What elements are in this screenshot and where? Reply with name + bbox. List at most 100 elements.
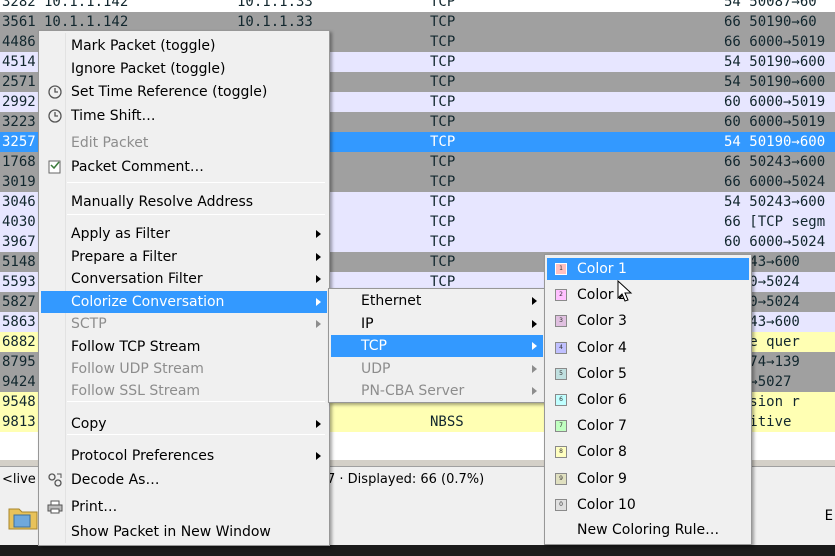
prepare-a-filter-menu-item[interactable]: Prepare a Filter	[41, 246, 327, 268]
submenu-arrow-icon	[532, 387, 537, 395]
apply-as-filter-menu-item[interactable]: Apply as Filter	[41, 223, 327, 245]
packet-protocol-cell: TCP	[430, 14, 456, 30]
ignore-packet-menu-item[interactable]: Ignore Packet (toggle)	[41, 58, 327, 80]
color-swatch-icon: 6	[555, 394, 567, 406]
comment-icon	[47, 159, 63, 175]
color-2-menu-item[interactable]: 2 Color 2	[547, 284, 749, 306]
color-swatch-icon: 2	[555, 289, 567, 302]
status-displayed-count: 7 · Displayed: 66 (0.7%)	[327, 472, 485, 487]
color-3-menu-item[interactable]: 3 Color 3	[547, 310, 749, 332]
submenu-arrow-icon	[316, 320, 321, 328]
new-coloring-rule-menu-item[interactable]: New Coloring Rule…	[547, 519, 749, 541]
prepare-a-filter-label: Prepare a Filter	[71, 249, 177, 265]
packet-context-menu: Mark Packet (toggle) Ignore Packet (toggl…	[38, 30, 330, 546]
folder-icon[interactable]	[8, 504, 38, 530]
tcp-label: TCP	[361, 338, 387, 354]
packet-number-cell: 5593	[2, 274, 36, 290]
packet-number-cell: 5148	[2, 254, 36, 270]
colorize-conversation-label: Colorize Conversation	[71, 294, 225, 310]
packet-protocol-cell: TCP	[430, 34, 456, 50]
mouse-cursor-icon	[617, 280, 633, 302]
conversation-filter-menu-item[interactable]: Conversation Filter	[41, 268, 327, 290]
packet-protocol-cell: TCP	[430, 0, 456, 10]
ethernet-menu-item[interactable]: Ethernet	[331, 290, 543, 312]
color-8-menu-item[interactable]: 8 Color 8	[547, 441, 749, 463]
color-1-menu-item[interactable]: 1 Color 1	[547, 258, 749, 280]
pn-cba-server-menu-item: PN-CBA Server	[331, 380, 543, 402]
packet-number-cell: 3257	[2, 134, 36, 150]
packet-number-cell: 3019	[2, 174, 36, 190]
tcp-menu-item[interactable]: TCP	[331, 335, 543, 357]
colorize-conversation-menu-item[interactable]: Colorize Conversation	[41, 291, 327, 313]
color-swatch-icon: 5	[555, 367, 567, 380]
colorize-conversation-submenu: Ethernet IP TCP UDP PN-CBA Server	[328, 288, 546, 403]
mark-packet-menu-item[interactable]: Mark Packet (toggle)	[41, 35, 327, 57]
packet-protocol-cell: TCP	[430, 94, 456, 110]
packet-number-cell: 3282	[2, 0, 36, 10]
packet-number-cell: 4514	[2, 54, 36, 70]
conversation-filter-label: Conversation Filter	[71, 271, 203, 287]
packet-info-cell: 54 50243→600	[724, 194, 826, 210]
color-5-menu-item[interactable]: 5 Color 5	[547, 363, 749, 385]
color-6-menu-item[interactable]: 6 Color 6	[547, 389, 749, 411]
packet-number-cell: 9424	[2, 374, 36, 390]
copy-menu-item[interactable]: Copy	[41, 413, 327, 435]
packet-info-cell: 66 [TCP segm	[724, 214, 826, 230]
packet-number-cell: 5827	[2, 294, 36, 310]
submenu-arrow-icon	[316, 253, 321, 261]
menu-separator	[67, 401, 325, 402]
color-7-menu-item[interactable]: 7 Color 7	[547, 415, 749, 437]
manually-resolve-address-menu-item[interactable]: Manually Resolve Address	[41, 191, 327, 213]
packet-comment-menu-item[interactable]: Packet Comment…	[41, 156, 327, 178]
color-9-menu-item[interactable]: 9 Color 9	[547, 468, 749, 490]
menu-separator	[67, 182, 325, 183]
printer-icon	[47, 499, 63, 515]
packet-source-cell: 10.1.1.142	[44, 0, 129, 10]
packet-info-cell: 66 6000→5019	[724, 34, 826, 50]
ip-label: IP	[361, 315, 374, 332]
time-shift-menu-item[interactable]: Time Shift…	[41, 105, 327, 127]
packet-row[interactable]: 3561 10.1.1.142 10.1.1.33 TCP 66 50190→60	[0, 12, 835, 32]
packet-number-cell: 3223	[2, 114, 36, 130]
protocol-preferences-label: Protocol Preferences	[71, 448, 215, 464]
packet-number-cell: 6882	[2, 334, 36, 350]
show-packet-in-new-window-menu-item[interactable]: Show Packet in New Window	[41, 521, 327, 543]
packet-row[interactable]: 3282 10.1.1.142 10.1.1.33 TCP 54 50087→60	[0, 0, 835, 12]
packet-destination-cell: 10.1.1.33	[237, 14, 313, 30]
taskbar	[0, 545, 835, 556]
color-swatch-icon: 3	[555, 315, 567, 328]
submenu-arrow-icon	[316, 230, 321, 238]
print-menu-item[interactable]: Print…	[41, 496, 327, 518]
submenu-arrow-icon	[316, 298, 321, 306]
packet-protocol-cell: TCP	[430, 174, 456, 190]
protocol-preferences-menu-item[interactable]: Protocol Preferences	[41, 445, 327, 467]
packet-number-cell: 5863	[2, 314, 36, 330]
packet-info-cell: 66 50190→60	[724, 14, 817, 30]
packet-info-cell: 60 6000→5019	[724, 114, 826, 130]
color-label: Color 7	[577, 418, 627, 435]
color-submenu: 1 Color 1 2 Color 2 3 Color 3 4 Color 4 5 Color 5…	[544, 254, 752, 545]
color-4-menu-item[interactable]: 4 Color 4	[547, 337, 749, 359]
packet-info-cell: 66 50243→600	[724, 154, 826, 170]
packet-number-cell: 2571	[2, 74, 36, 90]
color-10-menu-item[interactable]: 0 Color 10	[547, 494, 749, 516]
follow-udp-stream-menu-item: Follow UDP Stream	[41, 358, 327, 380]
color-label: Color 5	[577, 365, 627, 382]
set-time-reference-menu-item[interactable]: Set Time Reference (toggle)	[41, 81, 327, 103]
ip-menu-item[interactable]: IP	[331, 313, 543, 335]
follow-tcp-stream-menu-item[interactable]: Follow TCP Stream	[41, 336, 327, 358]
submenu-arrow-icon	[532, 297, 537, 305]
packet-number-cell: 1768	[2, 154, 36, 170]
packet-number-cell: 3967	[2, 234, 36, 250]
clock-icon	[47, 84, 63, 100]
follow-ssl-stream-label: Follow SSL Stream	[71, 383, 201, 399]
packet-protocol-cell: NBSS	[430, 414, 464, 430]
decode-icon	[47, 472, 63, 488]
packet-number-cell: 2992	[2, 94, 36, 110]
decode-as-menu-item[interactable]: Decode As…	[41, 469, 327, 491]
print-label: Print…	[71, 499, 118, 515]
color-swatch-icon: 4	[555, 341, 567, 354]
packet-protocol-cell: TCP	[430, 74, 456, 90]
show-packet-in-new-window-label: Show Packet in New Window	[71, 524, 271, 540]
decode-as-label: Decode As…	[71, 472, 160, 488]
